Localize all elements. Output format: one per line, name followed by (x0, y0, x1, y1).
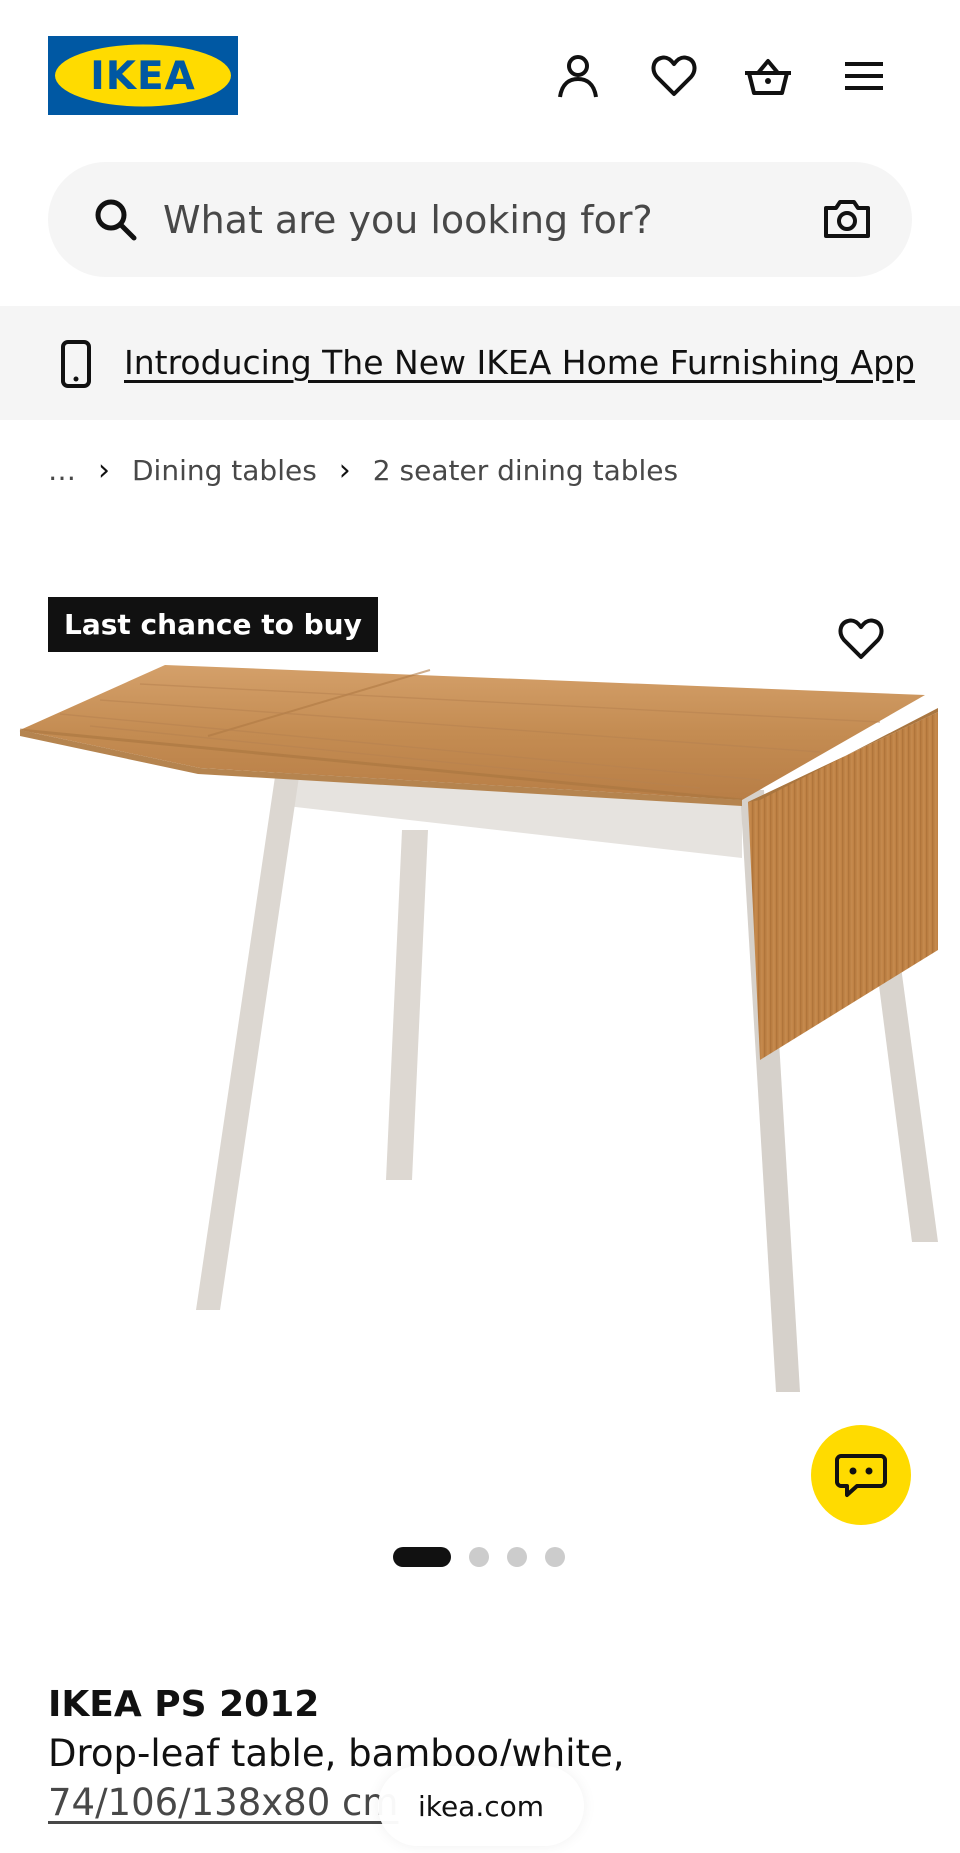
camera-icon[interactable] (822, 194, 872, 244)
chat-icon (835, 1454, 887, 1497)
chat-button[interactable] (811, 1425, 911, 1525)
last-chance-badge: Last chance to buy (48, 597, 378, 652)
chevron-right-icon: › (338, 452, 351, 488)
carousel-dot-1[interactable] (393, 1547, 451, 1567)
chevron-right-icon: › (98, 452, 110, 488)
search-input[interactable]: What are you looking for? (163, 192, 653, 248)
favourites-icon[interactable] (648, 50, 700, 102)
product-image[interactable] (0, 640, 960, 1420)
product-name: IKEA PS 2012 (48, 1684, 320, 1725)
app-banner-link[interactable]: Introducing The New IKEA Home Furnishing… (124, 338, 915, 388)
image-carousel-dots[interactable] (393, 1546, 565, 1568)
breadcrumb-item-dining-tables[interactable]: Dining tables (132, 454, 317, 487)
search-bar[interactable]: What are you looking for? (48, 162, 912, 277)
app-banner: Introducing The New IKEA Home Furnishing… (0, 306, 960, 420)
search-icon[interactable] (92, 196, 140, 244)
breadcrumb-item-2-seater[interactable]: 2 seater dining tables (373, 454, 678, 487)
basket-icon[interactable] (742, 50, 794, 102)
breadcrumb-ellipsis[interactable]: … (48, 454, 76, 487)
carousel-dot-3[interactable] (507, 1547, 527, 1567)
carousel-dot-4[interactable] (545, 1547, 565, 1567)
add-to-favourites-icon[interactable] (838, 618, 890, 670)
browser-url-pill[interactable]: ikea.com (378, 1766, 584, 1846)
menu-icon[interactable] (838, 50, 890, 102)
account-icon[interactable] (552, 50, 604, 102)
ikea-logo[interactable]: IKEA (48, 36, 238, 115)
product-dimensions-link[interactable]: 74/106/138x80 cm (48, 1778, 398, 1828)
browser-url: ikea.com (417, 1789, 545, 1823)
svg-text:IKEA: IKEA (90, 54, 196, 99)
carousel-dot-2[interactable] (469, 1547, 489, 1567)
header: IKEA (0, 0, 960, 150)
phone-icon (60, 339, 92, 389)
breadcrumb: … › Dining tables › 2 seater dining tabl… (48, 446, 678, 494)
